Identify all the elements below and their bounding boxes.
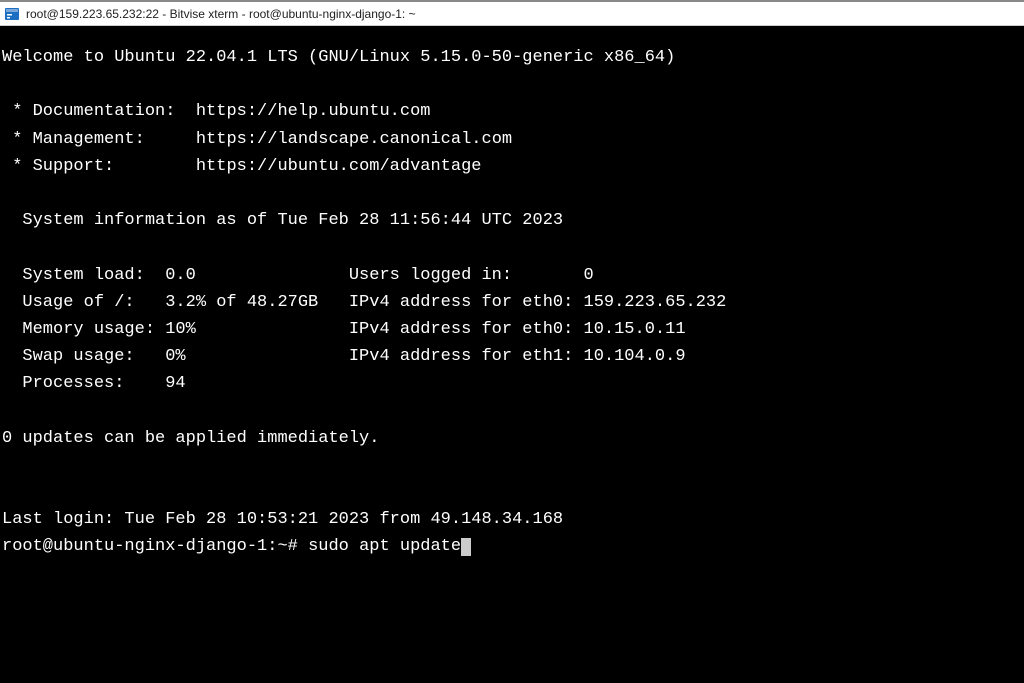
app-icon <box>4 6 20 22</box>
motd-sup-url: https://ubuntu.com/advantage <box>196 157 482 176</box>
motd-mgmt-label: * Management: <box>2 130 196 149</box>
sysinfo-row3-left: Memory usage: 10% <box>2 320 349 339</box>
sysinfo-header: System information as of Tue Feb 28 11:5… <box>2 211 563 230</box>
sysinfo-row4-right: IPv4 address for eth1: 10.104.0.9 <box>349 347 686 366</box>
sysinfo-row2-right: IPv4 address for eth0: 159.223.65.232 <box>349 293 726 312</box>
sysinfo-row1-right: Users logged in: 0 <box>349 266 594 285</box>
motd-sup-label: * Support: <box>2 157 196 176</box>
sysinfo-row2-left: Usage of /: 3.2% of 48.27GB <box>2 293 349 312</box>
cursor-icon <box>461 538 471 556</box>
window-title: root@159.223.65.232:22 - Bitvise xterm -… <box>26 7 416 21</box>
sysinfo-row5: Processes: 94 <box>2 374 186 393</box>
motd-doc-label: * Documentation: <box>2 102 196 121</box>
motd-doc-url: https://help.ubuntu.com <box>196 102 431 121</box>
sysinfo-row3-right: IPv4 address for eth0: 10.15.0.11 <box>349 320 686 339</box>
motd-mgmt-url: https://landscape.canonical.com <box>196 130 512 149</box>
terminal-window: root@159.223.65.232:22 - Bitvise xterm -… <box>0 0 1024 683</box>
title-bar[interactable]: root@159.223.65.232:22 - Bitvise xterm -… <box>0 2 1024 26</box>
sysinfo-row4-left: Swap usage: 0% <box>2 347 349 366</box>
shell-prompt: root@ubuntu-nginx-django-1:~# <box>2 537 308 556</box>
motd-welcome: Welcome to Ubuntu 22.04.1 LTS (GNU/Linux… <box>2 48 675 67</box>
command-input[interactable]: sudo apt update <box>308 537 461 556</box>
updates-line: 0 updates can be applied immediately. <box>2 429 379 448</box>
sysinfo-row1-left: System load: 0.0 <box>2 266 349 285</box>
terminal-area[interactable]: Welcome to Ubuntu 22.04.1 LTS (GNU/Linux… <box>0 26 1024 683</box>
last-login: Last login: Tue Feb 28 10:53:21 2023 fro… <box>2 510 563 529</box>
